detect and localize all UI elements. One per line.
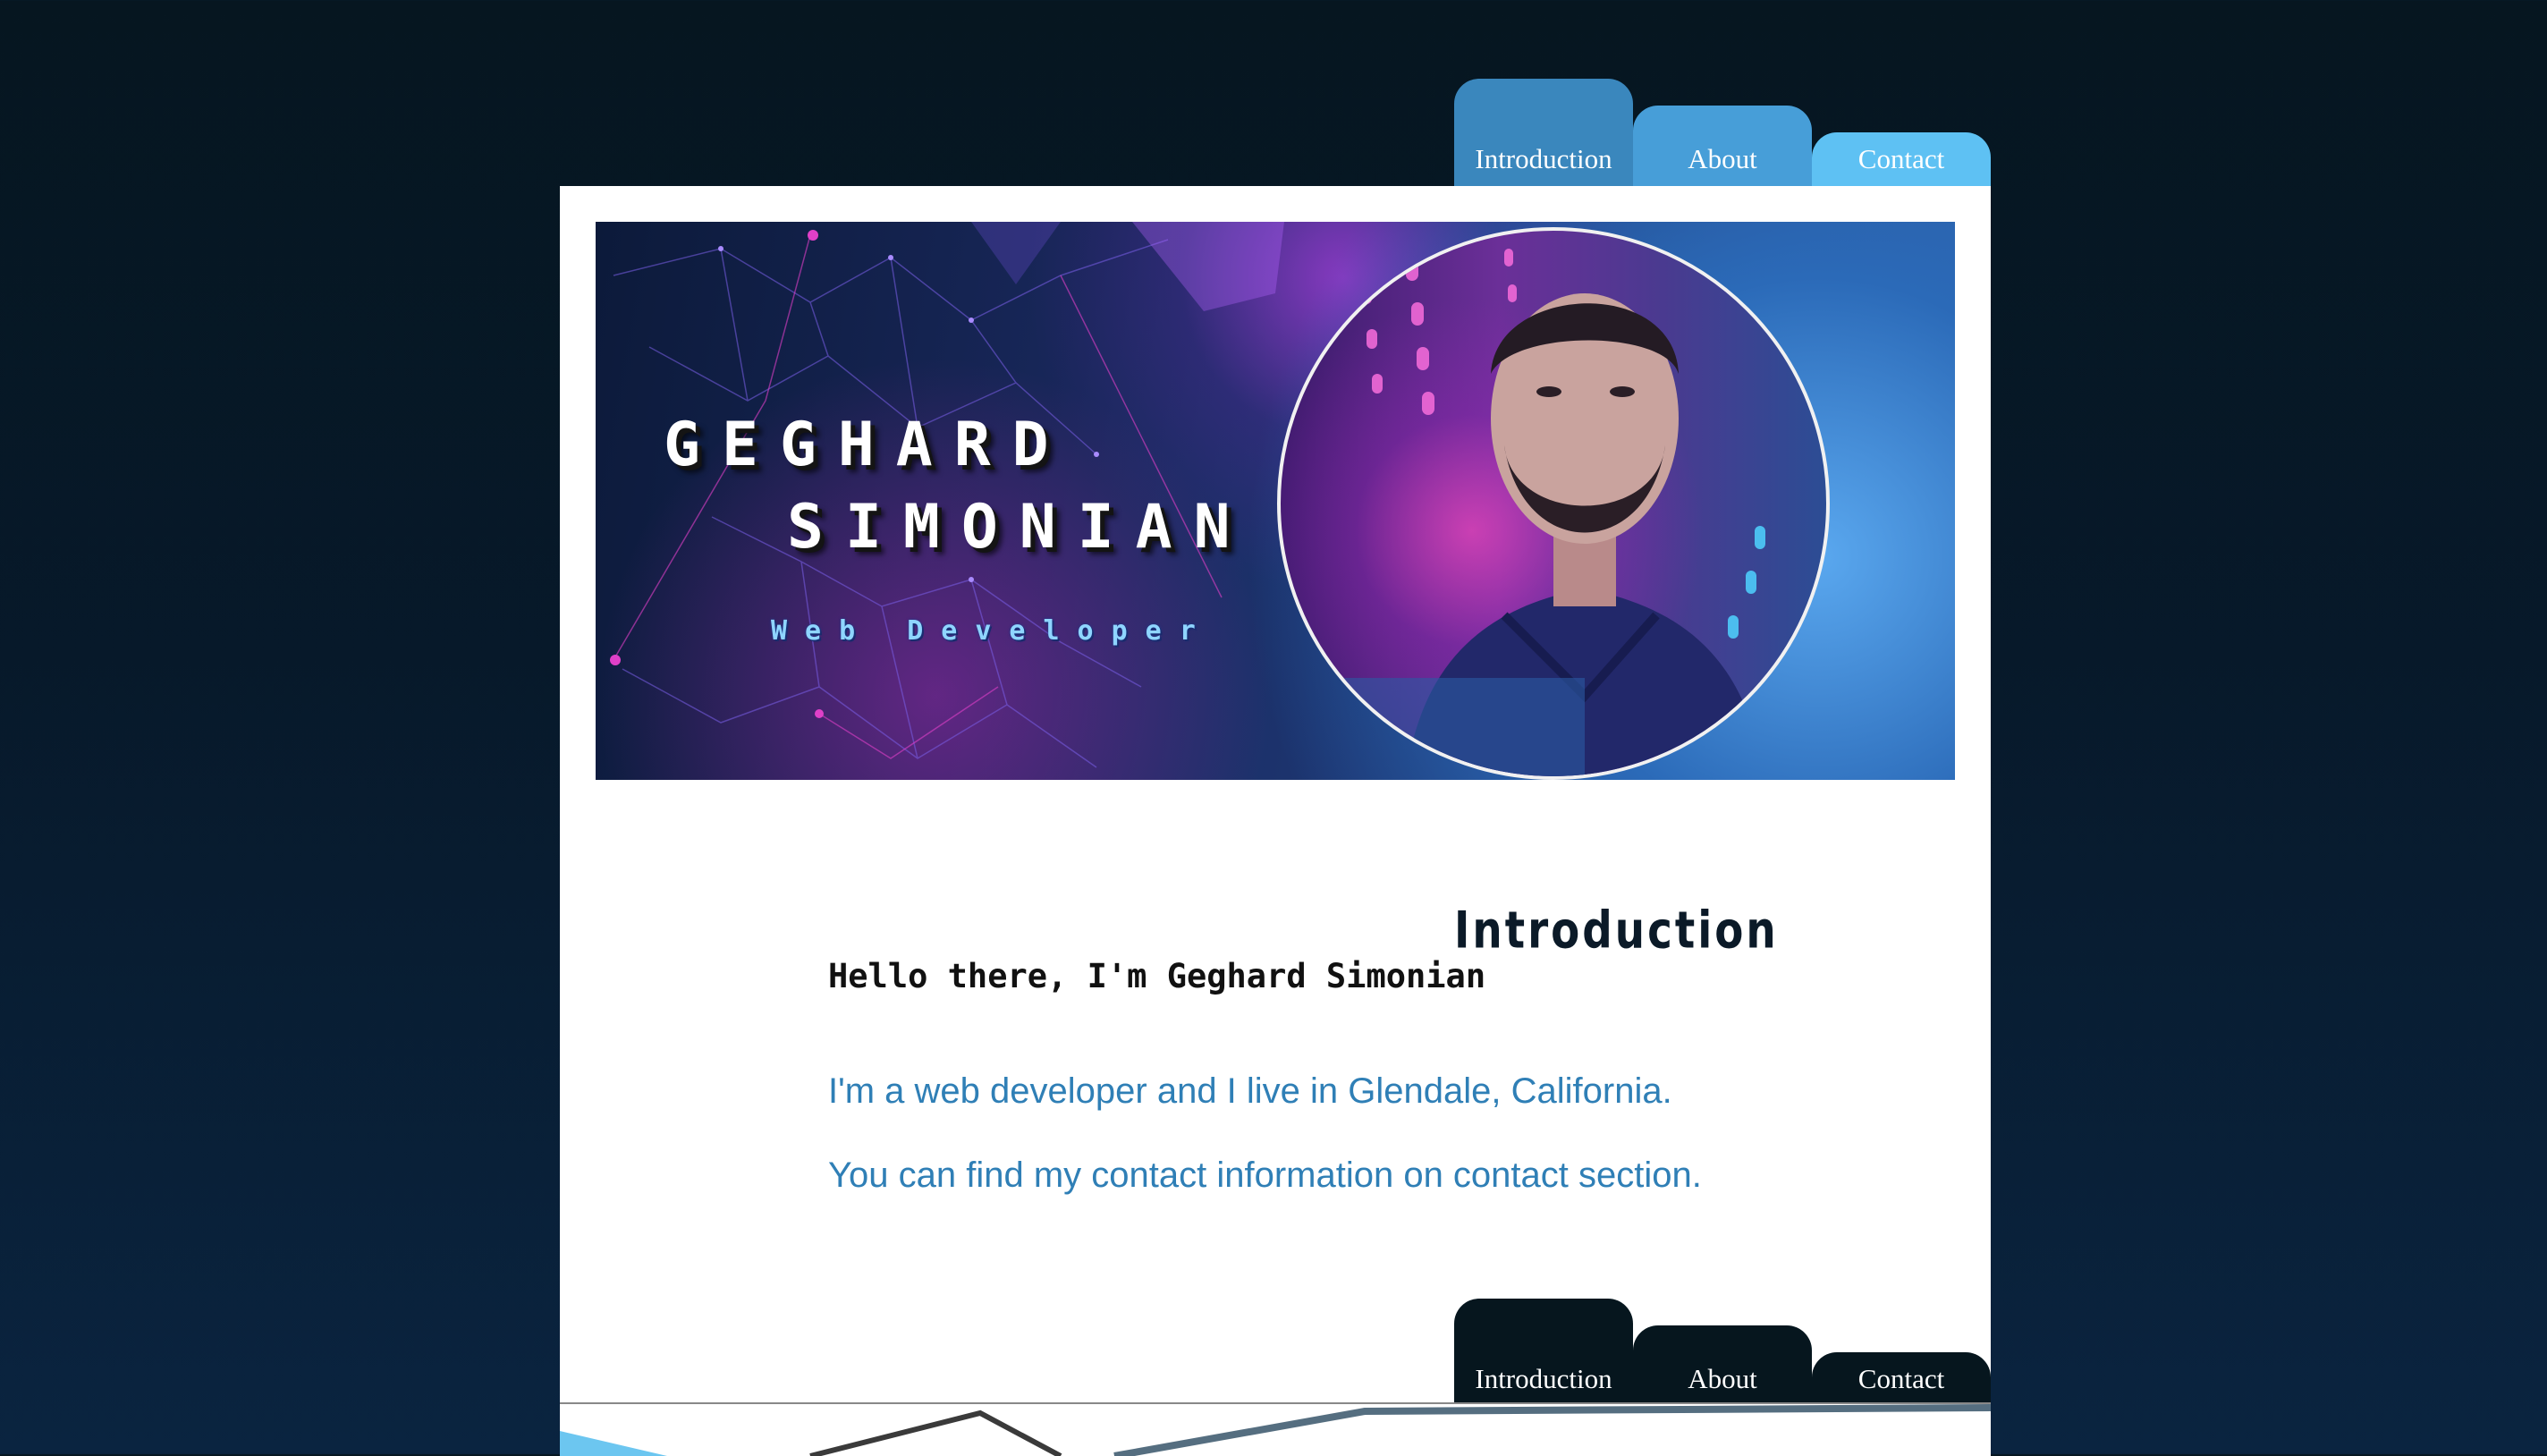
tab-introduction-bottom[interactable]: Introduction [1454, 1299, 1633, 1406]
banner-last-name: SIMONIAN [787, 492, 1252, 563]
tab-about-bottom[interactable]: About [1633, 1325, 1812, 1406]
greeting-text: Hello there, I'm Geghard Simonian [828, 957, 1486, 995]
tab-about[interactable]: About [1633, 106, 1812, 186]
content-panel: GEGHARD SIMONIAN Web Developer Introduct… [560, 186, 1991, 1406]
decorative-graphic [560, 1404, 1991, 1456]
tab-contact-bottom[interactable]: Contact [1812, 1352, 1991, 1406]
profile-photo [1277, 227, 1830, 780]
banner-first-name: GEGHARD [664, 410, 1070, 480]
intro-paragraph-contact: You can find my contact information on c… [828, 1155, 1702, 1195]
intro-paragraph-location: I'm a web developer and I live in Glenda… [828, 1071, 1672, 1111]
tab-introduction[interactable]: Introduction [1454, 79, 1633, 186]
section-title: Introduction [1454, 902, 1779, 961]
bottom-nav-tabs: Introduction About Contact [1454, 1299, 1991, 1406]
banner-role: Web Developer [771, 615, 1214, 647]
tab-contact[interactable]: Contact [1812, 132, 1991, 186]
top-nav-tabs: Introduction About Contact [1454, 79, 1991, 186]
next-section-preview [560, 1402, 1991, 1456]
header-banner: GEGHARD SIMONIAN Web Developer [596, 222, 1955, 780]
